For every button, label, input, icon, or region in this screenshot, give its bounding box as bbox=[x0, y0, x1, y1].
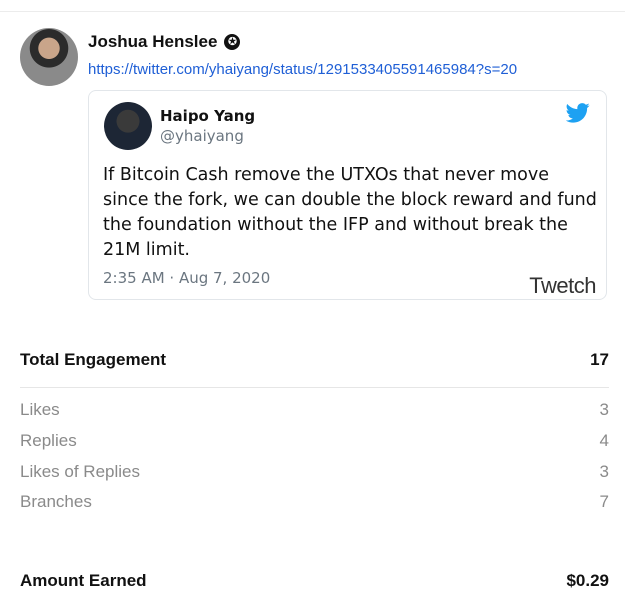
author-name[interactable]: Joshua Henslee bbox=[88, 32, 217, 52]
amount-earned-value: $0.29 bbox=[566, 571, 609, 590]
metric-value: 3 bbox=[599, 400, 609, 420]
metric-value: 7 bbox=[599, 492, 609, 512]
metric-label: Likes bbox=[20, 400, 60, 420]
metric-row-replies: Replies 4 bbox=[20, 426, 609, 457]
total-engagement-value: 17 bbox=[590, 350, 609, 369]
twetch-logo: Twetch bbox=[529, 273, 596, 298]
metric-label: Likes of Replies bbox=[20, 461, 141, 481]
post-header: Joshua Henslee ✪ https://twitter.com/yha… bbox=[20, 28, 517, 86]
metric-label: Replies bbox=[20, 431, 77, 451]
total-engagement-row: Total Engagement 17 bbox=[20, 345, 609, 375]
metrics-divider bbox=[20, 387, 609, 388]
top-divider bbox=[0, 11, 625, 12]
tweet-author-name[interactable]: Haipo Yang bbox=[160, 107, 255, 125]
metric-row-likes: Likes 3 bbox=[20, 395, 609, 426]
post-link[interactable]: https://twitter.com/yhaiyang/status/1291… bbox=[88, 61, 517, 78]
embedded-tweet-card[interactable]: Haipo Yang @yhaiyang If Bitcoin Cash rem… bbox=[88, 90, 607, 300]
badge-star-icon: ✪ bbox=[224, 34, 241, 50]
metric-row-branches: Branches 7 bbox=[20, 487, 609, 518]
author-avatar[interactable] bbox=[20, 28, 78, 86]
tweet-author-avatar[interactable] bbox=[104, 102, 152, 150]
metric-value: 3 bbox=[599, 461, 609, 481]
metric-label: Branches bbox=[20, 492, 92, 512]
metric-row-likes-of-replies: Likes of Replies 3 bbox=[20, 456, 609, 487]
tweet-text: If Bitcoin Cash remove the UTXOs that ne… bbox=[103, 165, 597, 260]
author-block: Joshua Henslee ✪ https://twitter.com/yha… bbox=[88, 28, 517, 86]
twitter-bird-icon[interactable] bbox=[566, 103, 590, 123]
engagement-metrics: Total Engagement 17 Likes 3 Replies 4 Li… bbox=[20, 345, 609, 518]
tweet-timestamp[interactable]: 2:35 AM · Aug 7, 2020 bbox=[103, 269, 270, 287]
amount-earned-label: Amount Earned bbox=[20, 571, 147, 590]
total-engagement-label: Total Engagement bbox=[20, 350, 167, 369]
amount-earned-row: Amount Earned $0.29 bbox=[20, 566, 609, 596]
author-row: Joshua Henslee ✪ bbox=[88, 32, 517, 52]
tweet-author-handle[interactable]: @yhaiyang bbox=[160, 127, 244, 145]
metric-value: 4 bbox=[599, 431, 609, 451]
